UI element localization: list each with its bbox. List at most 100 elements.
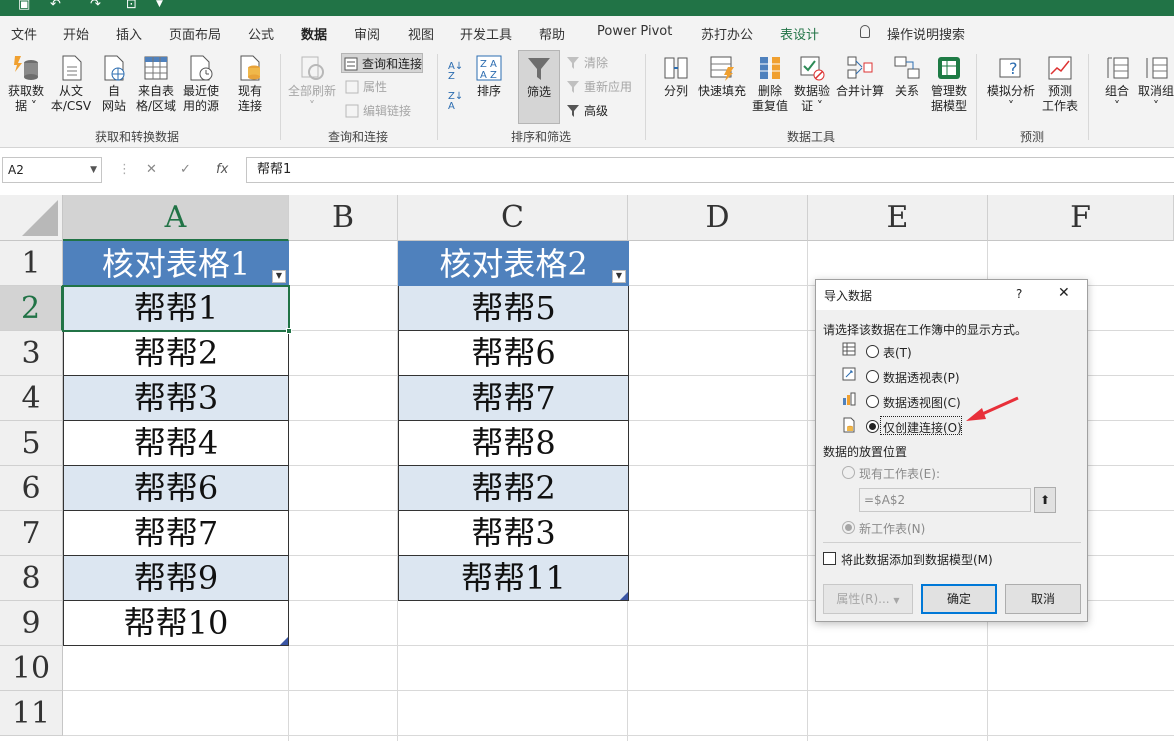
row-header[interactable]: 11 [0, 691, 63, 736]
table-cell[interactable]: 帮帮9 [63, 556, 289, 601]
cancel-button[interactable]: 取消 [1005, 584, 1081, 614]
row-header[interactable]: 9 [0, 601, 63, 646]
ok-button[interactable]: 确定 [921, 584, 997, 614]
sort-az-icon[interactable]: A↓ Z [448, 62, 463, 82]
row-header[interactable]: 4 [0, 376, 63, 421]
tab-developer[interactable]: 开发工具 [460, 24, 512, 43]
customize-toolbar-icon[interactable]: ▼ [156, 0, 163, 9]
recent-sources-button[interactable]: 最近使 用的源 [178, 54, 224, 114]
tab-home[interactable]: 开始 [63, 24, 89, 43]
insert-function-icon[interactable]: fx [216, 162, 228, 177]
flash-fill-button[interactable]: 快速填充 [696, 54, 748, 99]
undo-icon[interactable]: ↶ [50, 0, 61, 12]
column-header-d[interactable]: D [628, 195, 808, 241]
table-resize-handle[interactable] [620, 592, 628, 600]
tab-data[interactable]: 数据 [301, 24, 328, 50]
formula-input[interactable]: 帮帮1 [246, 157, 1174, 183]
radio-table[interactable] [866, 345, 879, 358]
table-cell[interactable]: 帮帮2 [63, 331, 289, 376]
row-header[interactable]: 3 [0, 331, 63, 376]
tab-page-layout[interactable]: 页面布局 [169, 24, 221, 43]
tab-file[interactable]: 文件 [11, 24, 37, 43]
tab-formulas[interactable]: 公式 [248, 24, 274, 43]
filter-dropdown-icon[interactable]: ▼ [612, 270, 626, 283]
clear-filter-button[interactable]: 清除 [564, 53, 608, 73]
remove-duplicates-button[interactable]: 删除 重复值 [750, 54, 790, 114]
properties-dialog-button[interactable]: 属性(R)... ▼ [823, 584, 913, 614]
row-header[interactable]: 10 [0, 646, 63, 691]
table-cell[interactable]: 帮帮2 [398, 466, 629, 511]
reapply-filter-button[interactable]: 重新应用 [564, 77, 632, 97]
tab-table-design[interactable]: 表设计 [780, 24, 819, 43]
name-box[interactable]: A2 ▼ [2, 157, 102, 183]
forecast-sheet-button[interactable]: 预测 工作表 [1040, 54, 1080, 114]
ungroup-button[interactable]: 取消组 ˅ [1138, 54, 1174, 114]
tab-view[interactable]: 视图 [408, 24, 434, 43]
table-cell[interactable]: 帮帮10 [63, 601, 289, 646]
tell-me-search[interactable]: 操作说明搜索 [887, 24, 965, 43]
table-cell[interactable]: 帮帮4 [63, 421, 289, 466]
sort-button[interactable]: Z AA Z 排序 [470, 54, 508, 99]
range-reference-input[interactable]: =$A$2 [859, 488, 1031, 512]
text-to-columns-button[interactable]: 分列 [656, 54, 696, 99]
row-header[interactable]: 2 [0, 286, 63, 331]
tab-suda-office[interactable]: 苏打办公 [701, 24, 753, 43]
column-header-c[interactable]: C [398, 195, 628, 241]
existing-connections-button[interactable]: 现有 连接 [232, 54, 268, 114]
row-header[interactable]: 7 [0, 511, 63, 556]
table-cell[interactable]: 帮帮11 [398, 556, 629, 601]
radio-pivot-table[interactable] [866, 370, 879, 383]
radio-pivot-chart[interactable] [866, 395, 879, 408]
relationships-button[interactable]: 关系 [888, 54, 926, 99]
refresh-all-button[interactable]: 全部刷新 ˅ [286, 54, 338, 114]
properties-button[interactable]: 属性 [343, 77, 387, 97]
from-web-button[interactable]: 自 网站 [96, 54, 132, 114]
table-cell[interactable]: 帮帮5 [398, 286, 629, 331]
radio-new-sheet[interactable] [842, 521, 855, 534]
redo-icon[interactable]: ↷ [90, 0, 101, 12]
what-if-analysis-button[interactable]: ? 模拟分析 ˅ [984, 54, 1038, 114]
column-header-e[interactable]: E [808, 195, 988, 241]
chevron-down-icon[interactable]: ▼ [90, 158, 97, 182]
cancel-icon[interactable]: ✕ [146, 162, 157, 177]
table2-header-cell[interactable]: 核对表格2 ▼ [398, 241, 629, 286]
row-header[interactable]: 8 [0, 556, 63, 601]
column-header-b[interactable]: B [289, 195, 398, 241]
table-cell[interactable]: 帮帮7 [63, 511, 289, 556]
print-preview-icon[interactable]: ⊡ [126, 0, 137, 12]
manage-data-model-button[interactable]: 管理数 据模型 [928, 54, 970, 114]
enter-icon[interactable]: ✓ [180, 162, 191, 177]
tab-review[interactable]: 审阅 [354, 24, 380, 43]
table-cell[interactable]: 帮帮8 [398, 421, 629, 466]
table-cell[interactable]: 帮帮3 [63, 376, 289, 421]
collapse-range-icon[interactable]: ⬆ [1034, 487, 1056, 513]
from-text-csv-button[interactable]: 从文 本/CSV [48, 54, 94, 114]
filter-dropdown-icon[interactable]: ▼ [272, 270, 286, 283]
queries-connections-button[interactable]: 查询和连接 [341, 53, 424, 73]
radio-connection-only[interactable] [866, 420, 879, 433]
edit-links-button[interactable]: 编辑链接 [343, 101, 411, 121]
tab-insert[interactable]: 插入 [116, 24, 142, 43]
table1-header-cell[interactable]: 核对表格1 ▼ [63, 241, 289, 286]
row-header[interactable]: 6 [0, 466, 63, 511]
table-cell[interactable]: 帮帮6 [63, 466, 289, 511]
advanced-filter-button[interactable]: 高级 [564, 101, 608, 121]
add-to-model-checkbox[interactable] [823, 552, 836, 565]
tab-help[interactable]: 帮助 [539, 24, 565, 43]
table-cell[interactable]: 帮帮1 [63, 286, 289, 331]
close-button[interactable]: ✕ [1058, 285, 1070, 301]
table-cell[interactable]: 帮帮7 [398, 376, 629, 421]
row-header[interactable]: 1 [0, 241, 63, 286]
sort-za-icon[interactable]: Z↓ A [448, 92, 463, 112]
row-header[interactable]: 5 [0, 421, 63, 466]
data-validation-button[interactable]: 数据验 证 ˅ [791, 54, 833, 114]
table-cell[interactable]: 帮帮6 [398, 331, 629, 376]
help-button[interactable]: ? [1016, 287, 1022, 301]
column-header-a[interactable]: A [63, 195, 289, 241]
get-data-button[interactable]: 获取数 据 ˅ [4, 54, 48, 114]
consolidate-button[interactable]: 合并计算 [834, 54, 886, 99]
save-icon[interactable]: ▣ [18, 0, 30, 12]
table-cell[interactable]: 帮帮3 [398, 511, 629, 556]
table-resize-handle[interactable] [280, 637, 288, 645]
group-button[interactable]: 组合 ˅ [1098, 54, 1136, 114]
